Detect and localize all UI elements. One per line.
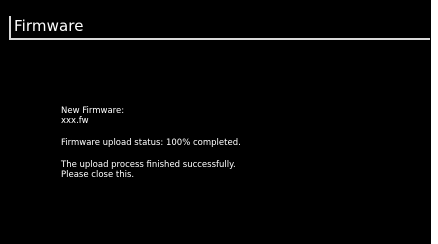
title-bar: Firmware bbox=[9, 13, 430, 40]
completion-message-line2: Please close this. bbox=[61, 170, 135, 180]
firmware-info: New Firmware: xxx.fw Firmware upload sta… bbox=[61, 106, 401, 180]
firmware-file-name: xxx.fw bbox=[61, 116, 89, 126]
new-firmware-label: New Firmware: bbox=[61, 106, 125, 116]
firmware-screen: Firmware New Firmware: xxx.fw Firmware u… bbox=[0, 0, 431, 244]
page-title: Firmware bbox=[14, 17, 84, 35]
completion-message-line1: The upload process finished successfully… bbox=[61, 160, 236, 170]
new-firmware-block: New Firmware: xxx.fw bbox=[61, 106, 401, 126]
upload-status-text: Firmware upload status: 100% completed. bbox=[61, 138, 241, 148]
upload-status-block: Firmware upload status: 100% completed. bbox=[61, 138, 401, 148]
completion-message-block: The upload process finished successfully… bbox=[61, 160, 401, 180]
